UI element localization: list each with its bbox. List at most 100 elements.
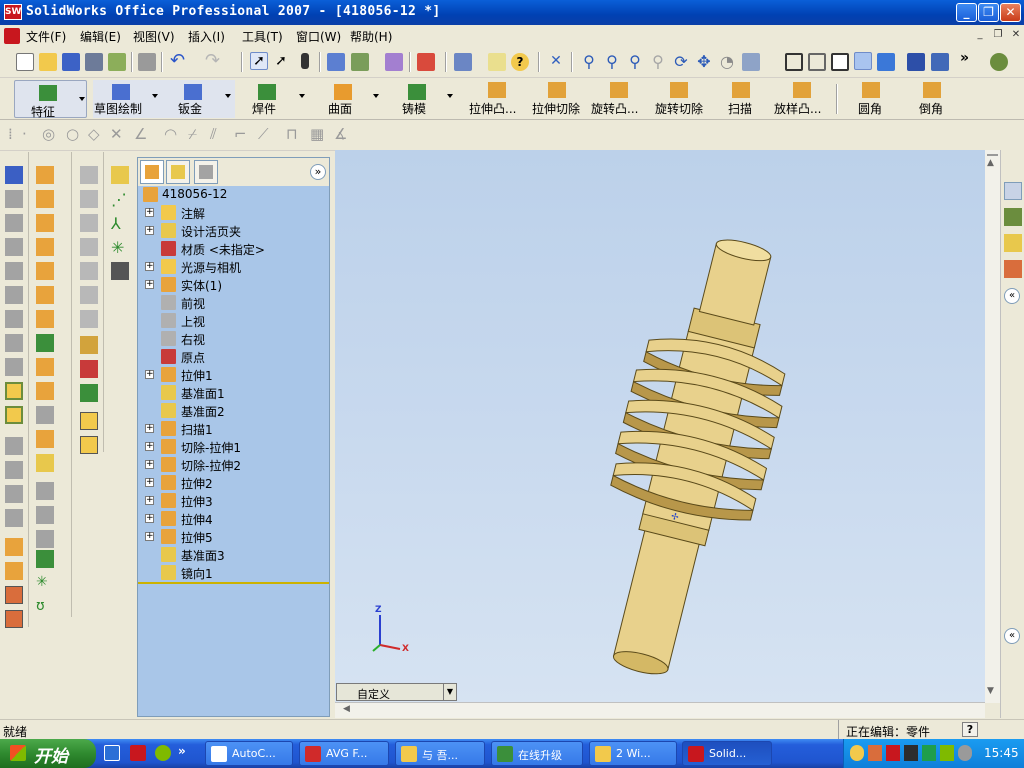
tree-item[interactable]: 原点 [138,348,331,366]
rollback-bar[interactable] [138,582,329,584]
scroll-up-icon[interactable]: ▲ [987,158,994,168]
close-button[interactable]: ✕ [1000,3,1021,22]
rotate-icon[interactable]: ⟳ [672,53,690,71]
tree-item[interactable]: + 拉伸4 [138,510,331,528]
start-button[interactable]: 开始 [0,739,96,768]
tree-item[interactable]: + 切除-拉伸2 [138,456,331,474]
shaded-with-edges-icon[interactable] [854,52,872,70]
qq-tray-icon[interactable] [850,745,864,761]
tab-sheet-metal[interactable]: 钣金 [178,100,202,117]
sweep-button[interactable]: 扫描 [728,100,752,117]
deform-icon[interactable] [5,461,23,479]
hidden-lines-removed-icon[interactable] [831,53,849,71]
reference-plane-icon[interactable] [111,166,129,184]
roll-view-icon[interactable]: ◔ [718,53,736,71]
expand-toggle-icon[interactable]: + [145,460,154,469]
select-arrow-icon[interactable]: ➚ [250,52,268,70]
indent-icon[interactable] [5,485,23,503]
fillet-sketch-icon[interactable]: ◠ [164,125,177,143]
point-icon[interactable]: · [22,125,27,143]
menu-insert[interactable]: 插入(I) [188,28,225,45]
tree-item[interactable]: 前视 [138,294,331,312]
circle-icon[interactable]: ◎ [42,125,55,143]
solidworks-quicklaunch-icon[interactable] [130,745,146,761]
expand-toggle-icon[interactable]: + [145,532,154,541]
traffic-light-icon[interactable] [296,53,314,71]
dropdown-arrow-icon[interactable]: ▼ [443,684,456,700]
box-icon[interactable] [80,166,98,184]
tray-network-icon[interactable] [922,745,936,761]
expand-toggle-icon[interactable]: + [145,478,154,487]
select-filter-icon[interactable]: ➚ [272,53,290,71]
quicklaunch-overflow-icon[interactable]: » [178,744,186,758]
open-icon[interactable] [39,53,57,71]
cylinder-icon[interactable] [80,190,98,208]
rib-icon[interactable] [36,334,54,352]
scroll-down-icon[interactable]: ▼ [987,686,994,696]
tab-sketch[interactable]: 草图绘制 [94,100,142,117]
mirror-feature-icon[interactable] [36,506,54,524]
tray-antivirus-icon[interactable] [904,745,918,761]
reference-geometry-icon[interactable] [5,214,23,232]
split-icon[interactable]: ✳ [36,574,54,592]
tree-item[interactable]: 右视 [138,330,331,348]
viewport-horizontal-scrollbar[interactable]: ◀ [335,702,985,718]
tab-weldments[interactable]: 焊件 [252,100,276,117]
tab-feature-manager[interactable] [140,160,164,184]
dome-feature-icon[interactable] [36,454,54,472]
save-icon[interactable] [62,53,80,71]
repair-icon[interactable] [80,412,98,430]
tray-app-icon[interactable] [868,745,882,761]
menu-help[interactable]: 帮助(H) [350,28,392,45]
hole-icon[interactable] [36,406,54,424]
boundary-icon[interactable] [36,262,54,280]
zoom-selection-icon[interactable]: ⚲ [649,53,667,71]
tree-item[interactable]: + 拉伸2 [138,474,331,492]
expand-toggle-icon[interactable]: + [145,496,154,505]
redo-icon[interactable]: ↷ [205,52,223,71]
chamfer-sketch-icon[interactable]: ⌿ [188,125,197,143]
tab-features[interactable]: 特征 [14,80,87,119]
wedge-icon[interactable] [80,286,98,304]
split-line-icon[interactable] [5,238,23,256]
expand-toggle-icon[interactable]: + [145,226,154,235]
menu-edit[interactable]: 编辑(E) [80,28,121,45]
offset-icon[interactable]: ⫽ [210,125,217,143]
tab-mold-tools[interactable]: 铸模 [402,100,426,117]
shell-icon[interactable] [36,358,54,376]
help-icon[interactable]: ? [511,53,529,71]
intersection-curve-icon[interactable] [5,358,23,376]
mate-reference-icon[interactable] [111,262,129,280]
make-drawing-icon[interactable] [85,53,103,71]
doc-minimize-button[interactable]: _ [972,28,988,42]
sphere-icon[interactable] [80,238,98,256]
zoom-area-icon[interactable]: ⚲ [603,53,621,71]
move-copy-icon[interactable]: ʊ [36,598,54,616]
tree-item[interactable]: 镜向1 [138,564,331,582]
hidden-lines-visible-icon[interactable] [808,53,826,71]
menu-view[interactable]: 视图(V) [133,28,175,45]
tree-item[interactable]: + 拉伸5 [138,528,331,546]
task-online-update[interactable]: 在线升级 [491,741,583,766]
print-icon[interactable] [138,53,156,71]
revolve-cut-button[interactable]: 旋转切除 [655,100,703,117]
wireframe-icon[interactable] [785,53,803,71]
tray-security-icon[interactable] [886,745,900,761]
expand-toggle-icon[interactable]: + [145,280,154,289]
toolbar-overflow-icon[interactable]: » [960,50,969,66]
freeform-icon[interactable] [5,509,23,527]
torus-icon[interactable] [80,262,98,280]
rebuild-icon[interactable] [385,53,403,71]
qq-quicklaunch-icon[interactable] [155,745,171,761]
loft-feature-icon[interactable] [36,238,54,256]
sweep-feature-icon[interactable] [36,214,54,232]
doc-close-button[interactable]: ✕ [1008,28,1024,42]
expand-toggle-icon[interactable]: + [145,442,154,451]
dimension-icon[interactable]: ⊓ [286,125,298,143]
status-help-icon[interactable]: ? [962,722,978,737]
fillet-feature-icon[interactable] [36,286,54,304]
chamfer-button[interactable]: 倒角 [919,100,943,117]
fillet-button[interactable]: 圆角 [858,100,882,117]
extrude-cut-button[interactable]: 拉伸切除 [532,100,580,117]
expand-toggle-icon[interactable]: + [145,208,154,217]
